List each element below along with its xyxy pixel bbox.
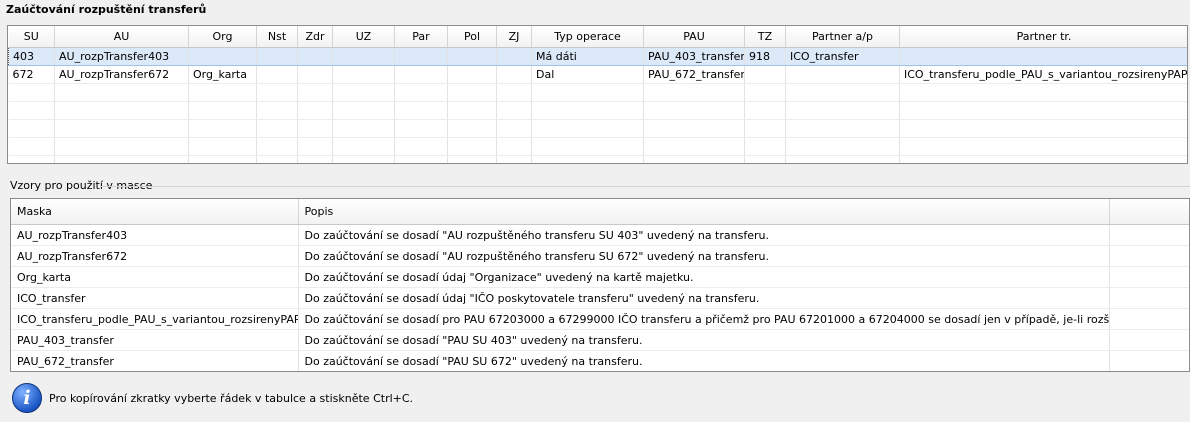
cell-org[interactable]	[188, 47, 257, 66]
col-tz[interactable]: TZ	[744, 26, 786, 48]
transfers-title: Zaúčtování rozpuštění transferů	[6, 3, 207, 16]
transfers-grid[interactable]: SU AU Org Nst Zdr UZ Par Pol ZJ Typ oper…	[7, 25, 1188, 164]
cell-partner-ap[interactable]: ICO_transfer	[785, 47, 900, 66]
col-partner-ap[interactable]: Partner a/p	[785, 26, 900, 48]
transfers-header-row: SU AU Org Nst Zdr UZ Par Pol ZJ Typ oper…	[8, 26, 1187, 48]
cell-pau[interactable]: PAU_672_transfer	[643, 65, 745, 84]
mask-name[interactable]: AU_rozpTransfer403	[11, 224, 299, 246]
cell-org[interactable]: Org_karta	[188, 65, 257, 84]
empty-row	[8, 119, 1187, 138]
col-nst[interactable]: Nst	[256, 26, 298, 48]
list-item[interactable]: AU_rozpTransfer672 Do zaúčtování se dosad…	[11, 245, 1189, 267]
list-item[interactable]: ICO_transferu_podle_PAU_s_variantou_rozs…	[11, 308, 1189, 330]
cell-au[interactable]: AU_rozpTransfer403	[54, 47, 189, 66]
cell-su[interactable]: 672	[8, 65, 55, 84]
col-zdr[interactable]: Zdr	[297, 26, 333, 48]
cell-par[interactable]	[394, 65, 448, 84]
cell-partner-tr[interactable]	[899, 47, 1187, 66]
list-item[interactable]: Org_karta Do zaúčtování se dosadí údaj "O…	[11, 266, 1189, 288]
cell-zj[interactable]	[496, 47, 532, 66]
cell-partner-ap[interactable]	[785, 65, 900, 84]
col-filler	[1109, 199, 1189, 225]
col-popis[interactable]: Popis	[298, 199, 1110, 225]
cell-par[interactable]	[394, 47, 448, 66]
cell-su[interactable]: 403	[8, 47, 55, 66]
list-item[interactable]: PAU_672_transfer Do zaúčtování se dosadí …	[11, 350, 1189, 371]
empty-row	[8, 101, 1187, 120]
col-par[interactable]: Par	[394, 26, 448, 48]
cell-typ-operace[interactable]: Má dáti	[531, 47, 644, 66]
list-item[interactable]: ICO_transfer Do zaúčtování se dosadí údaj…	[11, 287, 1189, 309]
col-pau[interactable]: PAU	[643, 26, 745, 48]
masks-header-row: Maska Popis	[11, 199, 1189, 225]
info-text: Pro kopírování zkratky vyberte řádek v t…	[49, 391, 414, 405]
cell-zdr[interactable]	[297, 47, 333, 66]
col-uz[interactable]: UZ	[332, 26, 395, 48]
col-partner-tr[interactable]: Partner tr.	[899, 26, 1187, 48]
list-item[interactable]: AU_rozpTransfer403 Do zaúčtování se dosad…	[11, 224, 1189, 246]
col-su[interactable]: SU	[8, 26, 55, 48]
cell-uz[interactable]	[332, 65, 395, 84]
masks-grid[interactable]: Maska Popis AU_rozpTransfer403 Do zaúčtov…	[10, 198, 1190, 372]
mask-name[interactable]: ICO_transfer	[11, 287, 299, 309]
col-org[interactable]: Org	[188, 26, 257, 48]
mask-description[interactable]: Do zaúčtování se dosadí "AU rozpuštěného…	[298, 245, 1110, 267]
cell-pau[interactable]: PAU_403_transfer	[643, 47, 745, 66]
mask-name[interactable]: AU_rozpTransfer672	[11, 245, 299, 267]
mask-description[interactable]: Do zaúčtování se dosadí "PAU SU 672" uve…	[298, 350, 1110, 371]
mask-description[interactable]: Do zaúčtování se dosadí údaj "IČO poskyt…	[298, 287, 1110, 309]
cell-nst[interactable]	[256, 47, 298, 66]
mask-description[interactable]: Do zaúčtování se dosadí údaj "Organizace…	[298, 266, 1110, 288]
mask-description[interactable]: Do zaúčtování se dosadí "PAU SU 403" uve…	[298, 329, 1110, 351]
mask-name[interactable]: PAU_403_transfer	[11, 329, 299, 351]
table-row[interactable]: 403 AU_rozpTransfer403 Má dáti PAU_403_t…	[8, 47, 1187, 66]
empty-row	[11, 372, 1190, 373]
mask-name[interactable]: Org_karta	[11, 266, 299, 288]
col-typ-operace[interactable]: Typ operace	[531, 26, 644, 48]
table-row[interactable]: 672 AU_rozpTransfer672 Org_karta Dal PAU…	[8, 65, 1187, 84]
cell-nst[interactable]	[256, 65, 298, 84]
cell-tz[interactable]: 918	[744, 47, 786, 66]
cell-uz[interactable]	[332, 47, 395, 66]
mask-name[interactable]: ICO_transferu_podle_PAU_s_variantou_rozs…	[11, 308, 299, 330]
mask-description[interactable]: Do zaúčtování se dosadí pro PAU 67203000…	[298, 308, 1110, 330]
col-zj[interactable]: ZJ	[496, 26, 532, 48]
cell-au[interactable]: AU_rozpTransfer672	[54, 65, 189, 84]
info-hint: i Pro kopírování zkratky vyberte řádek v…	[12, 382, 413, 414]
section-divider	[100, 186, 1190, 187]
cell-partner-tr[interactable]: ICO_transferu_podle_PAU_s_variantou_rozs…	[899, 65, 1187, 84]
cell-pol[interactable]	[447, 47, 497, 66]
mask-name[interactable]: PAU_672_transfer	[11, 350, 299, 371]
empty-row	[8, 83, 1187, 102]
cell-typ-operace[interactable]: Dal	[531, 65, 644, 84]
empty-row	[8, 137, 1187, 156]
empty-row	[8, 155, 1187, 163]
cell-tz[interactable]	[744, 65, 786, 84]
cell-zj[interactable]	[496, 65, 532, 84]
info-icon: i	[12, 383, 42, 413]
mask-description[interactable]: Do zaúčtování se dosadí "AU rozpuštěného…	[298, 224, 1110, 246]
cell-pol[interactable]	[447, 65, 497, 84]
cell-zdr[interactable]	[297, 65, 333, 84]
col-maska[interactable]: Maska	[11, 199, 299, 225]
list-item[interactable]: PAU_403_transfer Do zaúčtování se dosadí …	[11, 329, 1189, 351]
col-au[interactable]: AU	[54, 26, 189, 48]
col-pol[interactable]: Pol	[447, 26, 497, 48]
